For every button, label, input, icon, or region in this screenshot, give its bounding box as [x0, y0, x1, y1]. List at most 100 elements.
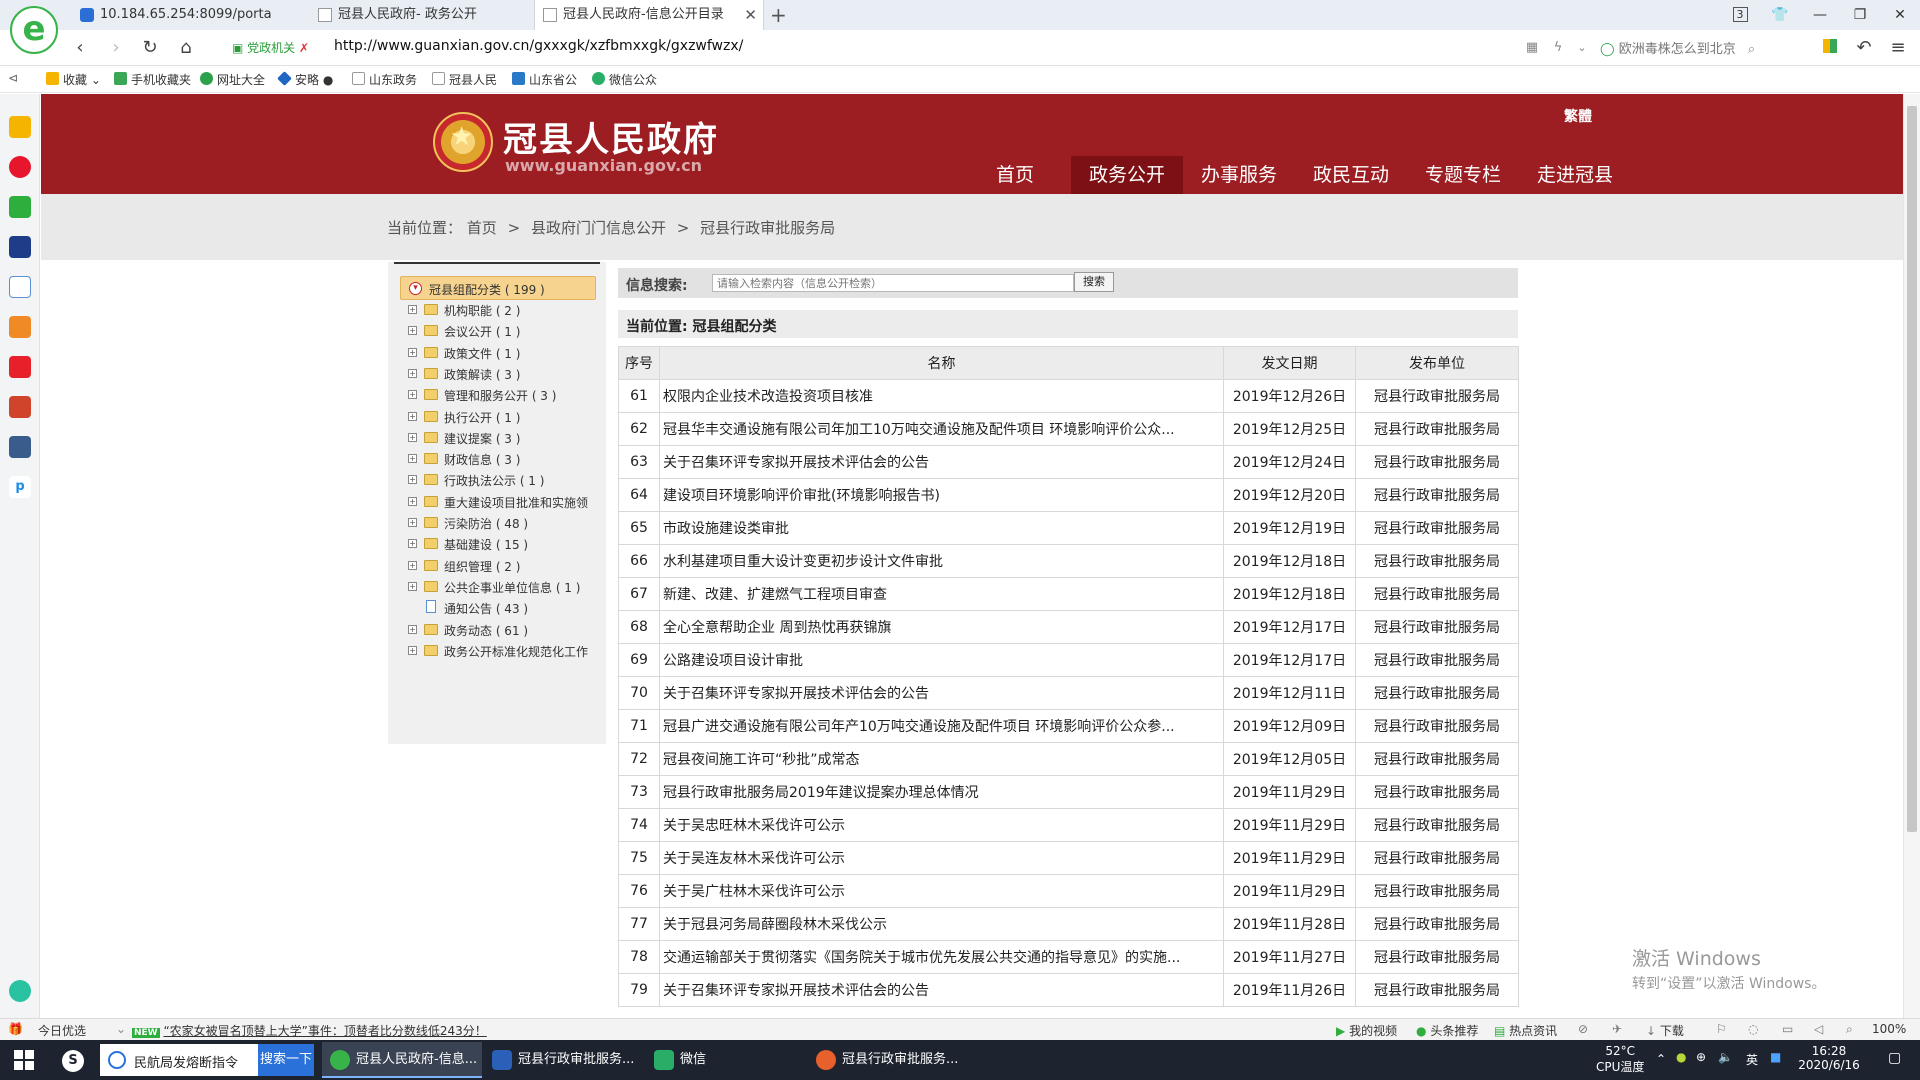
news-ticker[interactable]: NEW “农家女被冒名顶替上大学”事件：顶替者比分数线低243分！: [132, 1022, 487, 1039]
row-title-link[interactable]: 关于召集环评专家拟开展技术评估会的公告: [659, 445, 1224, 479]
close-window-button[interactable]: ✕: [1888, 4, 1912, 26]
bookmark-favorites[interactable]: 收藏 ⌄: [46, 71, 101, 88]
expand-icon[interactable]: +: [408, 411, 417, 421]
expand-icon[interactable]: +: [408, 368, 417, 378]
add-sidebar-icon[interactable]: [9, 980, 31, 1002]
row-title-link[interactable]: 关于吴连友林木采伐许可公示: [659, 841, 1224, 875]
expand-icon[interactable]: +: [408, 390, 417, 400]
row-title-link[interactable]: 市政设施建设类审批: [659, 511, 1224, 545]
chevron-up-icon[interactable]: ⌃: [1656, 1052, 1666, 1066]
news-icon[interactable]: [9, 236, 31, 258]
menu-icon[interactable]: ≡: [1886, 36, 1910, 60]
breadcrumb-current[interactable]: 冠县行政审批服务局: [700, 219, 835, 237]
nav-services[interactable]: 办事服务: [1183, 156, 1295, 194]
window-icon[interactable]: ▭: [1782, 1022, 1793, 1036]
document-icon[interactable]: [9, 276, 31, 298]
clean-icon[interactable]: ◌: [1748, 1022, 1758, 1036]
cpu-temp[interactable]: 52°C CPU温度: [1596, 1044, 1644, 1075]
home-icon[interactable]: ⌂: [174, 36, 198, 60]
search-button[interactable]: 搜索: [1074, 272, 1114, 292]
tree-root[interactable]: ▾ 冠县组配分类 ( 199 ): [400, 276, 596, 300]
bookmark-guanxian[interactable]: 冠县人民: [432, 71, 497, 88]
url-text[interactable]: http://www.guanxian.gov.cn/gxxxgk/xzfbmx…: [334, 38, 743, 54]
nav-gov-affairs[interactable]: 政务公开: [1071, 156, 1183, 194]
row-title-link[interactable]: 建设项目环境影响评价审批(环境影响报告书): [659, 478, 1224, 512]
sidebar-toggle-icon[interactable]: ⊲: [8, 71, 18, 85]
expand-icon[interactable]: +: [408, 496, 417, 506]
scrollbar-thumb[interactable]: [1907, 106, 1917, 832]
back-icon[interactable]: ‹: [68, 36, 92, 60]
game2-icon[interactable]: [9, 436, 31, 458]
bookmark-anlue[interactable]: 安略 ●: [277, 71, 333, 88]
ime-indicator[interactable]: 英: [1746, 1051, 1758, 1068]
row-title-link[interactable]: 冠县广进交通设施有限公司年产10万吨交通设施及配件项目 环境影响评价公众参...: [659, 709, 1224, 743]
tab-count-button[interactable]: 3: [1728, 4, 1752, 26]
page-scrollbar[interactable]: [1903, 94, 1920, 1018]
globe-icon[interactable]: ⊕: [1696, 1050, 1706, 1064]
expand-icon[interactable]: +: [408, 539, 417, 549]
expand-icon[interactable]: +: [408, 454, 417, 464]
bookmark-site-directory[interactable]: 网址大全: [200, 71, 265, 88]
taskbar-search-button[interactable]: 搜索一下: [258, 1044, 314, 1076]
expand-icon[interactable]: +: [408, 624, 417, 634]
hot-news-button[interactable]: ▤ 热点资讯: [1494, 1022, 1557, 1039]
plane-icon[interactable]: ✈: [1612, 1022, 1622, 1036]
zoom-icon[interactable]: ⌕: [1846, 1022, 1853, 1037]
row-title-link[interactable]: 关于吴广柱林木采伐许可公示: [659, 874, 1224, 908]
browser-tab-gov-affairs[interactable]: 冠县人民政府- 政务公开: [310, 0, 530, 30]
row-title-link[interactable]: 关于召集环评专家拟开展技术评估会的公告: [659, 676, 1224, 710]
weibo-icon[interactable]: [9, 156, 31, 178]
row-title-link[interactable]: 关于冠县河务局薛圈段林木采伐公示: [659, 907, 1224, 941]
reload-icon[interactable]: ↻: [138, 36, 162, 60]
bookmark-shandong-prov[interactable]: 山东省公: [512, 71, 577, 88]
speed-icon[interactable]: ⊘: [1578, 1022, 1588, 1036]
search-input[interactable]: [712, 274, 1074, 292]
qr-icon[interactable]: ▦: [1520, 36, 1544, 60]
breadcrumb-dept-info[interactable]: 县政府门门信息公开: [531, 219, 666, 237]
chevron-down-icon[interactable]: ⌄: [116, 1022, 126, 1036]
zoom-level[interactable]: 100%: [1872, 1022, 1906, 1036]
expand-icon[interactable]: +: [408, 581, 417, 591]
expand-icon[interactable]: +: [408, 518, 417, 527]
search-icon[interactable]: ⌕: [1748, 42, 1755, 57]
today-picks-label[interactable]: 今日优选: [38, 1022, 86, 1039]
search-assistant-icon[interactable]: S: [62, 1050, 84, 1072]
news-headline[interactable]: “农家女被冒名顶替上大学”事件：顶替者比分数线低243分！: [163, 1024, 486, 1038]
close-tab-icon[interactable]: ✕: [744, 0, 757, 30]
novel-icon[interactable]: [9, 316, 31, 338]
nav-interaction[interactable]: 政民互动: [1295, 156, 1407, 194]
expand-icon[interactable]: +: [408, 305, 417, 314]
browser-logo-icon[interactable]: e: [10, 6, 58, 54]
shirt-icon[interactable]: 👕: [1768, 4, 1792, 26]
bookmark-shandong-gov[interactable]: 山东政务: [352, 71, 417, 88]
new-tab-button[interactable]: +: [770, 3, 787, 27]
row-title-link[interactable]: 新建、改建、扩建燃气工程项目审查: [659, 577, 1224, 611]
favorites-star-icon[interactable]: [9, 116, 31, 138]
forward-icon[interactable]: ›: [104, 36, 128, 60]
expand-icon[interactable]: +: [408, 560, 417, 570]
bookmark-wechat[interactable]: 微信公众: [592, 71, 657, 88]
browser-tab-info-catalog[interactable]: 冠县人民政府-信息公开目录 ✕: [534, 0, 764, 30]
chevron-down-icon[interactable]: ⌄: [1570, 36, 1594, 60]
my-video-button[interactable]: ▶ 我的视频: [1336, 1022, 1397, 1039]
row-title-link[interactable]: 水利基建项目重大设计变更初步设计文件审批: [659, 544, 1224, 578]
address-bar[interactable]: ▣ 党政机关 ✗ http://www.guanxian.gov.cn/gxxx…: [232, 35, 1532, 61]
taskbar-search[interactable]: 民航局发熔断指令 搜索一下: [100, 1044, 314, 1076]
bookmark-mobile[interactable]: 手机收藏夹: [114, 71, 191, 88]
mail-icon[interactable]: [9, 196, 31, 218]
nav-home[interactable]: 首页: [959, 156, 1071, 194]
apps-grid-icon[interactable]: [1818, 36, 1842, 60]
task-wechat[interactable]: 微信: [646, 1042, 806, 1078]
download-button[interactable]: ↓ 下载: [1646, 1022, 1684, 1039]
row-title-link[interactable]: 权限内企业技术改造投资项目核准: [659, 379, 1224, 413]
game-icon[interactable]: [9, 396, 31, 418]
restore-button[interactable]: ❐: [1848, 4, 1872, 26]
row-title-link[interactable]: 冠县夜间施工许可“秒批”成常态: [659, 742, 1224, 776]
expand-icon[interactable]: +: [408, 347, 417, 357]
action-center-icon[interactable]: ▢: [1888, 1050, 1901, 1066]
notification-app-icon[interactable]: ■: [1770, 1050, 1781, 1064]
video-icon[interactable]: [9, 356, 31, 378]
row-title-link[interactable]: 交通运输部关于贯彻落实《国务院关于城市优先发展公共交通的指导意见》的实施...: [659, 940, 1224, 974]
pay-icon[interactable]: p: [9, 476, 31, 498]
taskbar-search-text[interactable]: 民航局发熔断指令: [134, 1052, 238, 1071]
